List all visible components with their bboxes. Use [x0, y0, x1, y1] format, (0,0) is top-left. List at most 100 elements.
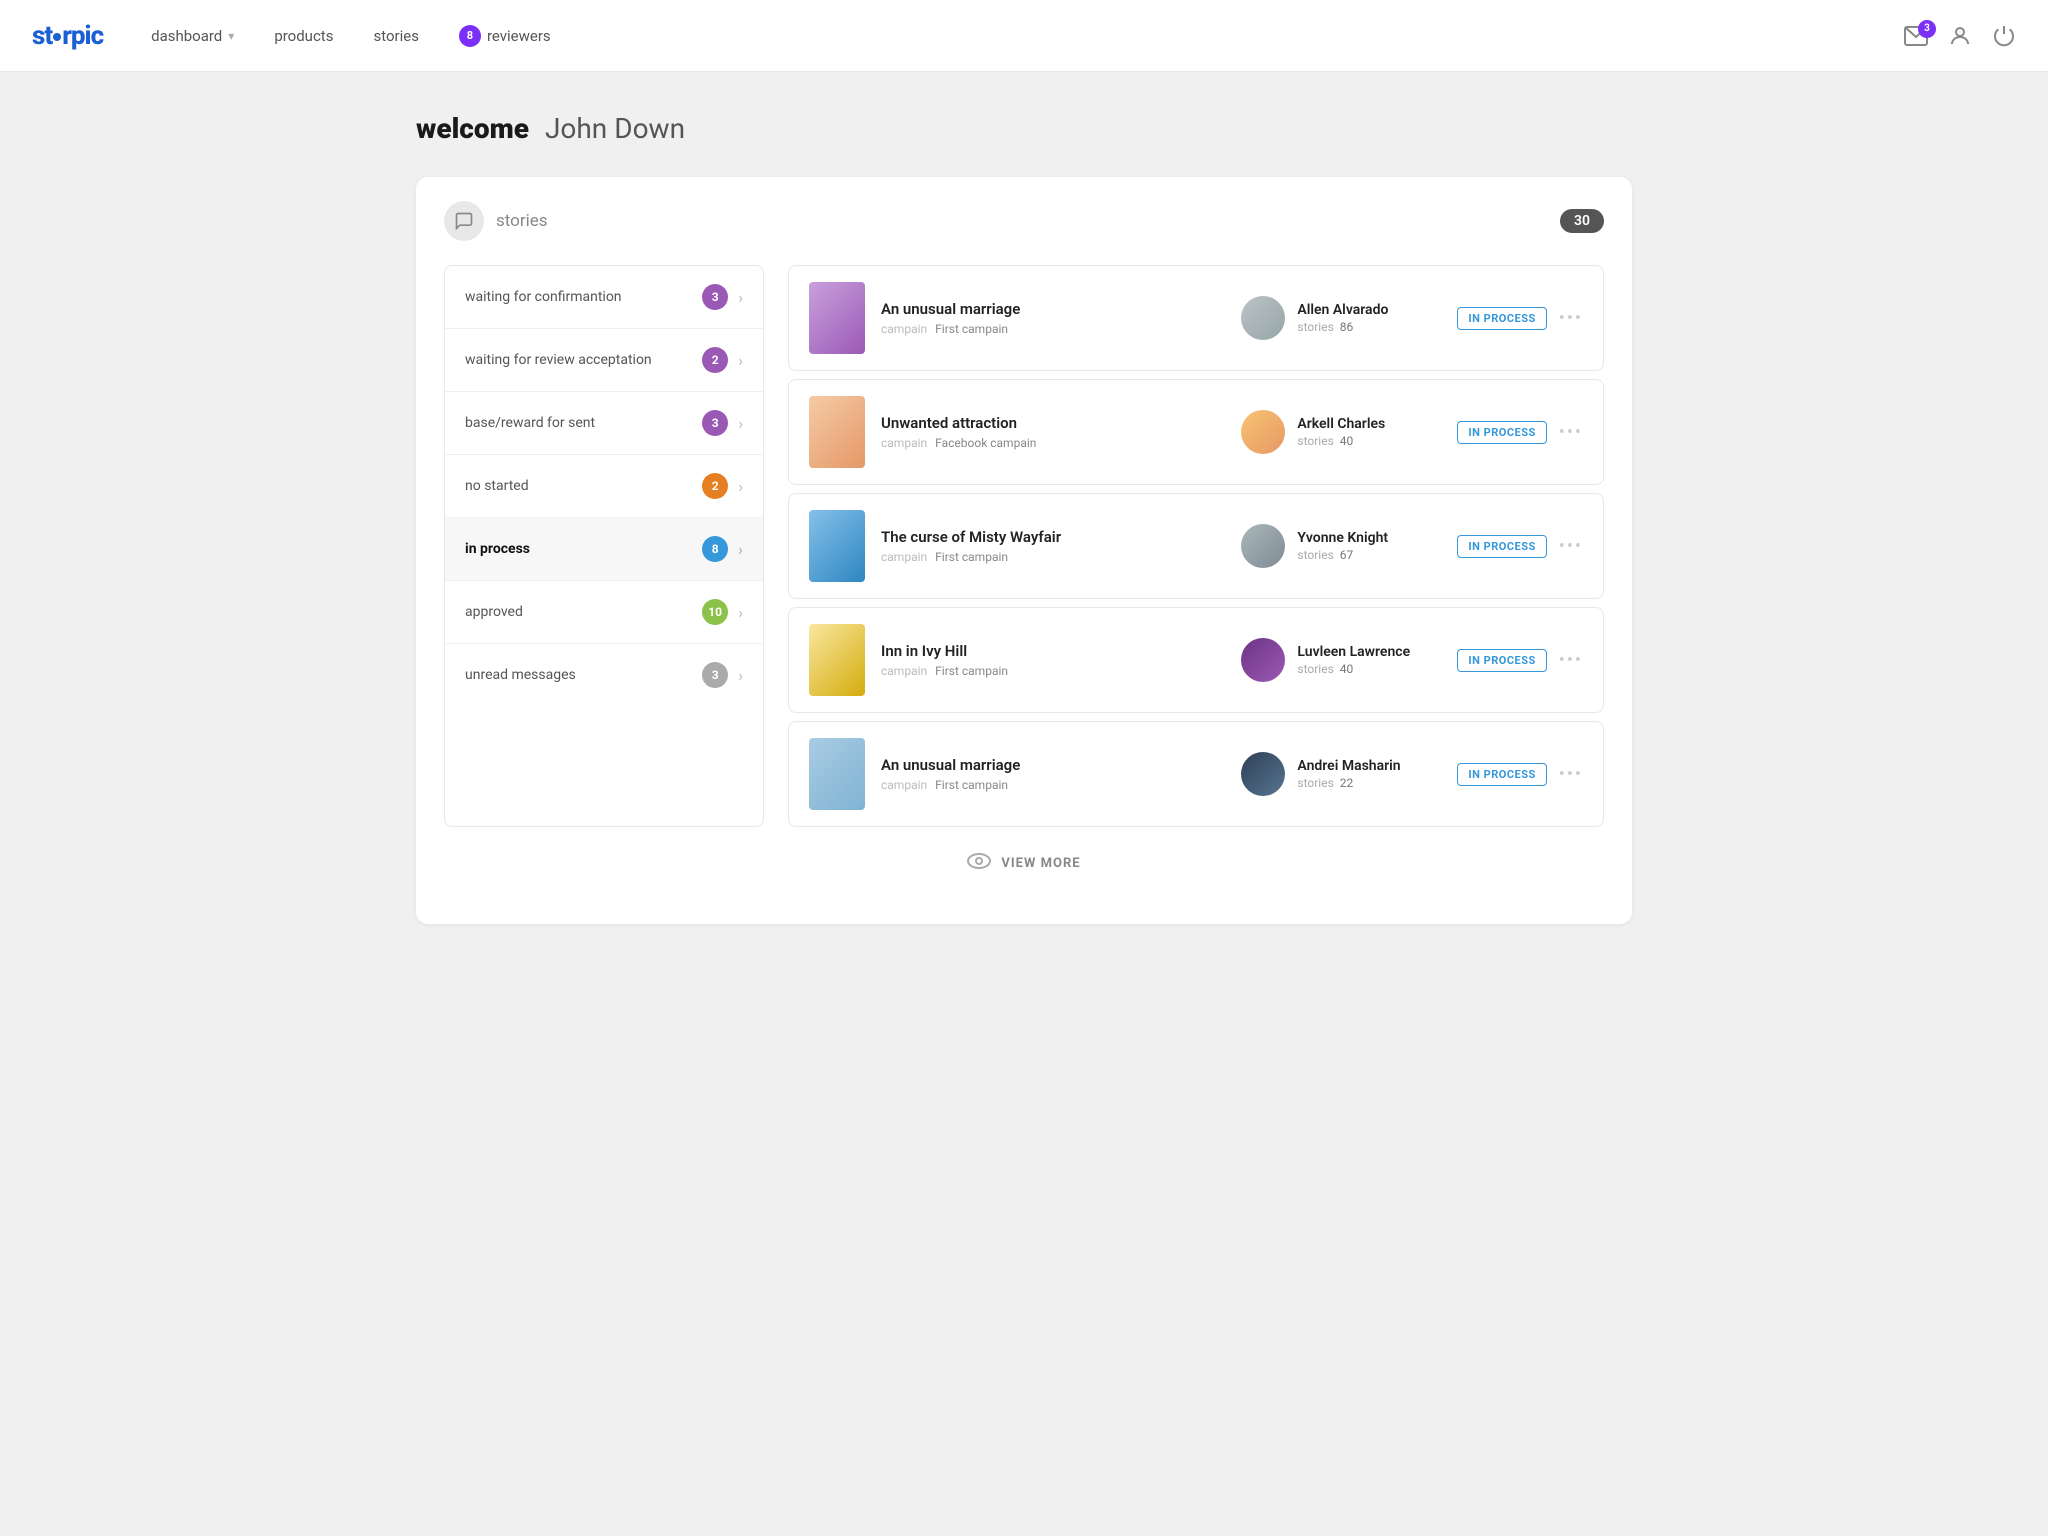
chevron-right-icon: ›	[738, 351, 743, 370]
more-options-button[interactable]: •••	[1559, 536, 1583, 557]
sidebar-item-3[interactable]: no started 2 ›	[445, 455, 763, 518]
sidebar-item-count: 2	[702, 473, 728, 499]
chevron-right-icon: ›	[738, 288, 743, 307]
story-info: Inn in Ivy Hill campain First campain	[881, 642, 1225, 678]
sidebar-item-count: 2	[702, 347, 728, 373]
sidebar-item-2[interactable]: base/reward for sent 3 ›	[445, 392, 763, 455]
welcome-name: John Down	[545, 112, 685, 145]
reviewer-details: Luvleen Lawrence stories40	[1297, 644, 1441, 676]
reviewer-stories: stories22	[1297, 776, 1441, 790]
sidebar-item-0[interactable]: waiting for confirmantion 3 ›	[445, 266, 763, 329]
sidebar-item-label: base/reward for sent	[465, 415, 595, 431]
story-title: An unusual marriage	[881, 756, 1225, 774]
sidebar-item-6[interactable]: unread messages 3 ›	[445, 644, 763, 706]
sidebar-item-count: 3	[702, 662, 728, 688]
nav-links: dashboard ▾ products stories 8 reviewers	[151, 25, 1904, 47]
story-status: IN PROCESS •••	[1457, 763, 1583, 786]
view-more-section[interactable]: VIEW MORE	[444, 827, 1604, 900]
reviewer-name: Andrei Masharin	[1297, 758, 1441, 774]
story-info: An unusual marriage campain First campai…	[881, 756, 1225, 792]
chevron-right-icon: ›	[738, 477, 743, 496]
reviewer-info: Luvleen Lawrence stories40	[1241, 638, 1441, 682]
nav-actions: 3	[1904, 24, 2016, 48]
status-badge: IN PROCESS	[1457, 535, 1546, 558]
story-cover	[809, 282, 865, 354]
story-info: The curse of Misty Wayfair campain First…	[881, 528, 1225, 564]
reviewer-stories: stories40	[1297, 662, 1441, 676]
story-card: An unusual marriage campain First campai…	[788, 265, 1604, 371]
sidebar-item-4[interactable]: in process 8 ›	[445, 518, 763, 581]
reviewer-name: Yvonne Knight	[1297, 530, 1441, 546]
stories-count-badge: 30	[1560, 209, 1604, 233]
reviewer-avatar	[1241, 296, 1285, 340]
user-avatar-button[interactable]	[1948, 24, 1972, 48]
mail-button[interactable]: 3	[1904, 26, 1928, 46]
story-info: Unwanted attraction campain Facebook cam…	[881, 414, 1225, 450]
story-meta: campain First campain	[881, 664, 1225, 678]
stories-section-title: stories	[496, 211, 548, 231]
nav-stories[interactable]: stories	[373, 27, 418, 45]
sidebar-filter-list: waiting for confirmantion 3 › waiting fo…	[444, 265, 764, 827]
story-meta: campain First campain	[881, 778, 1225, 792]
story-card: Unwanted attraction campain Facebook cam…	[788, 379, 1604, 485]
more-options-button[interactable]: •••	[1559, 650, 1583, 671]
nav-reviewers[interactable]: 8 reviewers	[459, 25, 551, 47]
view-more-label: VIEW MORE	[1001, 856, 1080, 871]
reviewer-stories: stories67	[1297, 548, 1441, 562]
story-meta: campain First campain	[881, 322, 1225, 336]
chevron-right-icon: ›	[738, 666, 743, 685]
nav-dashboard[interactable]: dashboard ▾	[151, 27, 234, 45]
chat-icon	[444, 201, 484, 241]
story-title: An unusual marriage	[881, 300, 1225, 318]
story-title: Unwanted attraction	[881, 414, 1225, 432]
reviewer-avatar	[1241, 410, 1285, 454]
chevron-right-icon: ›	[738, 540, 743, 559]
sidebar-item-count: 3	[702, 410, 728, 436]
story-status: IN PROCESS •••	[1457, 307, 1583, 330]
sidebar-item-label: waiting for review acceptation	[465, 352, 652, 368]
reviewer-details: Allen Alvarado stories86	[1297, 302, 1441, 334]
sidebar-item-1[interactable]: waiting for review acceptation 2 ›	[445, 329, 763, 392]
nav-products[interactable]: products	[274, 27, 333, 45]
reviewer-info: Arkell Charles stories40	[1241, 410, 1441, 454]
reviewer-info: Yvonne Knight stories67	[1241, 524, 1441, 568]
reviewer-stories: stories40	[1297, 434, 1441, 448]
story-meta: campain Facebook campain	[881, 436, 1225, 450]
status-badge: IN PROCESS	[1457, 649, 1546, 672]
story-status: IN PROCESS •••	[1457, 421, 1583, 444]
reviewer-name: Luvleen Lawrence	[1297, 644, 1441, 660]
stories-title-row: stories	[444, 201, 548, 241]
story-meta: campain First campain	[881, 550, 1225, 564]
story-info: An unusual marriage campain First campai…	[881, 300, 1225, 336]
more-options-button[interactable]: •••	[1559, 764, 1583, 785]
stories-header: stories 30	[444, 201, 1604, 241]
sidebar-item-label: no started	[465, 478, 529, 494]
sidebar-item-label: in process	[465, 541, 530, 557]
reviewer-avatar	[1241, 638, 1285, 682]
mail-badge: 3	[1918, 20, 1936, 38]
two-col-layout: waiting for confirmantion 3 › waiting fo…	[444, 265, 1604, 827]
sidebar-item-label: unread messages	[465, 667, 576, 683]
reviewer-name: Arkell Charles	[1297, 416, 1441, 432]
status-badge: IN PROCESS	[1457, 421, 1546, 444]
story-card: The curse of Misty Wayfair campain First…	[788, 493, 1604, 599]
story-list: An unusual marriage campain First campai…	[788, 265, 1604, 827]
stories-panel: stories 30 waiting for confirmantion 3 ›…	[416, 177, 1632, 924]
sidebar-item-count: 8	[702, 536, 728, 562]
chevron-right-icon: ›	[738, 603, 743, 622]
reviewer-avatar	[1241, 752, 1285, 796]
reviewers-badge: 8	[459, 25, 481, 47]
story-cover	[809, 624, 865, 696]
reviewer-details: Arkell Charles stories40	[1297, 416, 1441, 448]
more-options-button[interactable]: •••	[1559, 308, 1583, 329]
story-cover	[809, 510, 865, 582]
chevron-down-icon: ▾	[228, 29, 234, 43]
story-card: An unusual marriage campain First campai…	[788, 721, 1604, 827]
story-card: Inn in Ivy Hill campain First campain Lu…	[788, 607, 1604, 713]
power-button[interactable]	[1992, 24, 2016, 48]
welcome-section: welcome John Down	[416, 112, 1632, 145]
logo[interactable]: strpic	[32, 21, 103, 51]
sidebar-item-count: 10	[702, 599, 728, 625]
sidebar-item-5[interactable]: approved 10 ›	[445, 581, 763, 644]
more-options-button[interactable]: •••	[1559, 422, 1583, 443]
